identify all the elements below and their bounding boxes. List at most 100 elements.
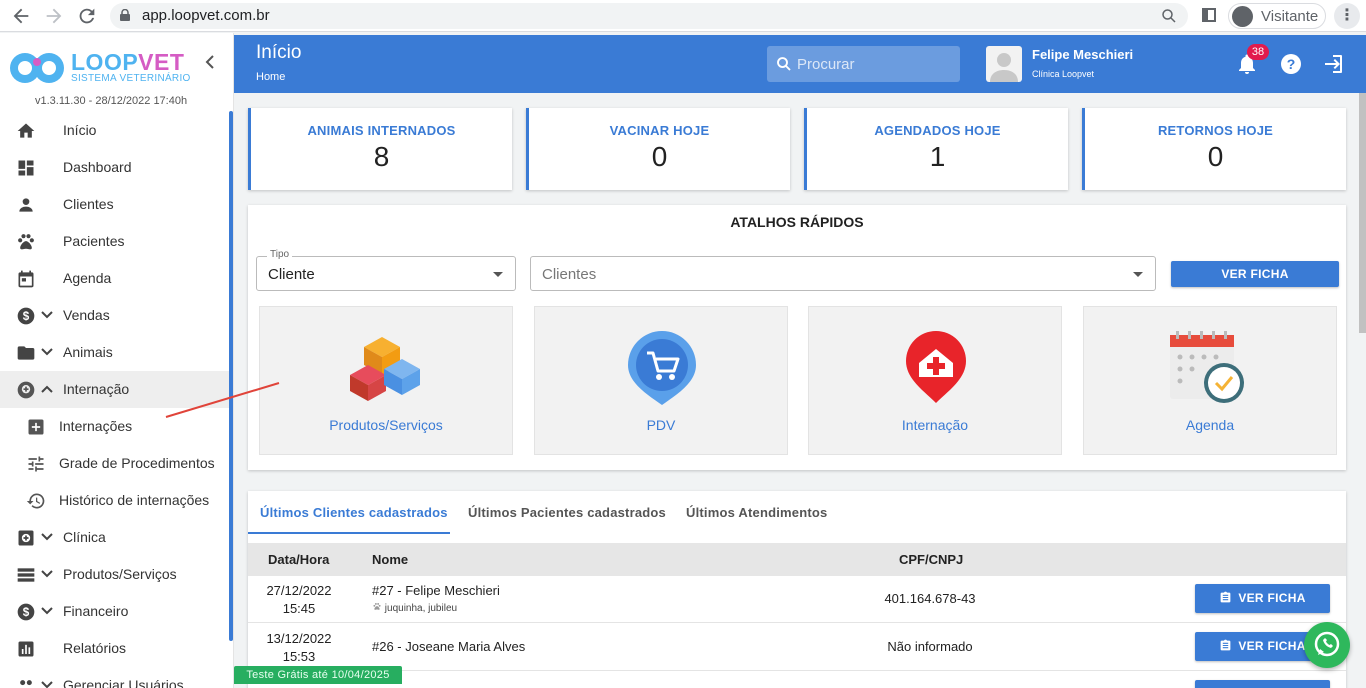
calendar-clock-icon: [1170, 331, 1244, 403]
shortcut-agenda[interactable]: Agenda: [1083, 306, 1337, 455]
sidebar-scrollbar[interactable]: [229, 111, 233, 641]
dollar-icon: $: [17, 307, 35, 325]
sidebar-item-label: Relatórios: [63, 640, 127, 656]
chevron-down-icon: [41, 533, 53, 541]
zoom-icon[interactable]: [1160, 7, 1178, 25]
row-time: 15:53: [282, 649, 316, 664]
profile-avatar-icon: [1232, 6, 1253, 27]
sidebar-item-label: Produtos/Serviços: [63, 566, 177, 582]
sidebar-item-produtos-servicos[interactable]: Produtos/Serviços: [0, 556, 229, 593]
sidebar-item-label: Internações: [59, 418, 133, 434]
address-bar[interactable]: app.loopvet.com.br: [110, 3, 1188, 29]
back-icon[interactable]: [10, 5, 32, 27]
shortcuts-title: ATALHOS RÁPIDOS: [730, 214, 864, 230]
sidebar-item-agenda[interactable]: Agenda: [0, 260, 229, 297]
shortcut-internacao[interactable]: Internação: [808, 306, 1062, 455]
tab-ultimos-atendimentos[interactable]: Últimos Atendimentos: [686, 505, 827, 520]
search-box[interactable]: [767, 46, 960, 82]
sidebar-item-label: Início: [63, 122, 97, 138]
tab-ultimos-pacientes[interactable]: Últimos Pacientes cadastrados: [468, 505, 666, 520]
sidebar-item-label: Clínica: [63, 529, 106, 545]
sidebar: LOOPVET SISTEMA VETERINÁRIO v1.3.11.30 -…: [0, 33, 234, 688]
sidebar-item-historico-internacoes[interactable]: Histórico de internações: [0, 482, 229, 519]
whatsapp-button[interactable]: [1304, 622, 1350, 668]
dropdown-arrow-icon: [1133, 272, 1143, 277]
app-header: Início Home Felipe Meschieri Clínica Loo…: [234, 35, 1366, 93]
clientes-placeholder: Clientes: [542, 266, 597, 283]
sidebar-item-label: Gerenciar Usuários: [63, 677, 184, 688]
stat-value: 0: [1207, 141, 1224, 172]
sidebar-item-clientes[interactable]: Clientes: [0, 186, 229, 223]
sidebar-item-label: Agenda: [63, 270, 112, 286]
hospital-pin-icon: [17, 381, 35, 399]
logo-mark-icon: [10, 53, 64, 83]
user-avatar[interactable]: [986, 46, 1022, 82]
sidebar-item-animais[interactable]: Animais: [0, 334, 229, 371]
ver-ficha-button[interactable]: VER FICHA: [1171, 261, 1339, 287]
forward-icon[interactable]: [43, 5, 65, 27]
trial-banner: Teste Grátis até 10/04/2025: [234, 666, 402, 684]
sidebar-item-clinica[interactable]: Clínica: [0, 519, 229, 556]
page-scrollbar[interactable]: [1359, 93, 1366, 333]
row-ver-ficha-label: VER FICHA: [1238, 591, 1306, 605]
stat-card-animais-internados[interactable]: ANIMAIS INTERNADOS 8: [248, 108, 512, 190]
user-name[interactable]: Felipe Meschieri: [1032, 47, 1133, 62]
chevron-down-icon: [41, 570, 53, 578]
sidebar-item-internacoes[interactable]: Internações: [0, 408, 229, 445]
tipo-select[interactable]: Tipo Cliente: [256, 249, 516, 291]
sidebar-item-label: Animais: [63, 344, 113, 360]
clinic-icon: [18, 530, 34, 546]
shortcut-pdv[interactable]: PDV: [534, 306, 788, 455]
svg-text:?: ?: [1287, 56, 1296, 72]
column-header-nome: Nome: [372, 552, 409, 567]
home-icon: [17, 123, 35, 138]
side-panel-icon[interactable]: [1202, 8, 1216, 22]
stat-card-retornos-hoje[interactable]: RETORNOS HOJE 0: [1082, 108, 1346, 190]
sidebar-item-relatorios[interactable]: Relatórios: [0, 630, 229, 667]
tile-label: Agenda: [1185, 417, 1235, 433]
cubes-icon: [350, 337, 420, 401]
search-icon: [777, 57, 791, 71]
dashboard-icon: [18, 160, 34, 176]
tune-icon: [28, 456, 44, 472]
cart-icon: [628, 331, 696, 405]
column-header-data-hora: Data/Hora: [268, 552, 330, 567]
clientes-select[interactable]: Clientes: [530, 256, 1156, 291]
sidebar-item-label: Vendas: [63, 307, 110, 323]
row-date: 27/12/2022: [266, 583, 332, 598]
recent-records-panel: Últimos Clientes cadastrados Últimos Pac…: [248, 491, 1346, 688]
search-input[interactable]: [797, 54, 947, 74]
sidebar-item-grade-procedimentos[interactable]: Grade de Procedimentos: [0, 445, 229, 482]
row-name: #27 - Felipe Meschieri: [372, 583, 500, 598]
shortcut-produtos-servicos[interactable]: Produtos/Serviços: [259, 306, 513, 455]
row-ver-ficha-button[interactable]: VER FICHA: [1195, 584, 1330, 613]
sidebar-item-financeiro[interactable]: $ Financeiro: [0, 593, 229, 630]
table-row: 13/12/2022 15:53 #26 - Joseane Maria Alve…: [248, 624, 1346, 671]
stat-card-vacinar-hoje[interactable]: VACINAR HOJE 0: [526, 108, 790, 190]
logout-icon[interactable]: [1321, 52, 1345, 76]
hospital-icon: [906, 331, 966, 403]
breadcrumb[interactable]: Home: [256, 71, 285, 83]
person-icon: [19, 198, 33, 212]
stat-card-agendados-hoje[interactable]: AGENDADOS HOJE 1: [804, 108, 1068, 190]
sidebar-item-pacientes[interactable]: Pacientes: [0, 223, 229, 260]
reload-icon[interactable]: [76, 5, 98, 27]
loopvet-logo[interactable]: LOOPVET SISTEMA VETERINÁRIO: [8, 49, 208, 89]
browser-profile-button[interactable]: Visitante: [1228, 3, 1326, 29]
user-clinic: Clínica Loopvet: [1032, 69, 1095, 79]
sidebar-item-gerenciar-usuarios[interactable]: Gerenciar Usuários: [0, 667, 229, 688]
lock-icon: [120, 9, 130, 21]
tab-ultimos-clientes[interactable]: Últimos Clientes cadastrados: [260, 505, 448, 520]
help-icon[interactable]: ?: [1279, 52, 1303, 76]
row-ver-ficha-button[interactable]: [1195, 680, 1330, 688]
sidebar-item-dashboard[interactable]: Dashboard: [0, 149, 229, 186]
collapse-sidebar-icon[interactable]: [204, 55, 216, 74]
svg-text:$: $: [23, 606, 30, 619]
sidebar-item-vendas[interactable]: $ Vendas: [0, 297, 229, 334]
chevron-down-icon: [41, 607, 53, 615]
brand-part-2: VET: [138, 49, 185, 75]
chevron-up-icon: [41, 385, 53, 393]
browser-menu-icon[interactable]: ⋮: [1334, 3, 1360, 29]
sidebar-item-inicio[interactable]: Início: [0, 112, 229, 149]
sidebar-item-internacao[interactable]: Internação: [0, 371, 229, 408]
